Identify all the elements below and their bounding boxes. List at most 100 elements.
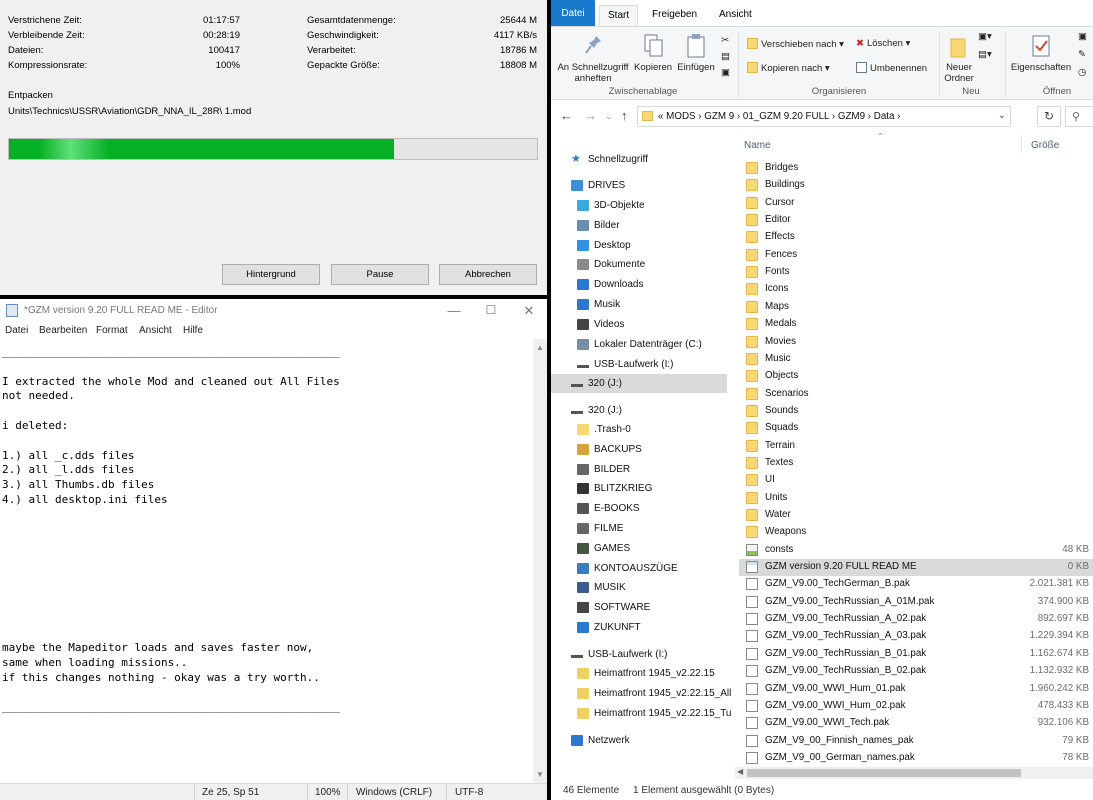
folder-row[interactable]: Cursor bbox=[739, 195, 1093, 212]
folder-row[interactable]: UI bbox=[739, 472, 1093, 489]
folder-row[interactable]: Movies bbox=[739, 334, 1093, 351]
nav-item[interactable]: USB-Laufwerk (I:) bbox=[577, 355, 673, 374]
easy-access-icon[interactable]: ▤▾ bbox=[978, 49, 992, 60]
file-row[interactable]: GZM_V9_00_German_names.pak 78 KB bbox=[739, 750, 1093, 767]
nav-item[interactable]: Heimatfront 1945_v2.22.15_All_ bbox=[577, 684, 731, 703]
menu-bearbeiten[interactable]: Bearbeiten bbox=[39, 325, 87, 336]
search-box[interactable]: ⚲ bbox=[1065, 106, 1093, 127]
minimize-icon[interactable]: — bbox=[444, 303, 464, 318]
folder-row[interactable]: Terrain bbox=[739, 438, 1093, 455]
open-icon[interactable]: ▣ bbox=[1078, 31, 1087, 42]
delete-button[interactable]: ✖ Löschen ▾ bbox=[856, 38, 910, 49]
breadcrumb[interactable]: « MODS › GZM 9 › 01_GZM 9.20 FULL › GZM9… bbox=[658, 111, 900, 122]
nav-item[interactable]: Bilder bbox=[577, 216, 620, 235]
nav-item[interactable]: Desktop bbox=[577, 236, 631, 255]
file-row[interactable]: GZM_V9.00_WWI_Hum_01.pak 1.960.242 KB bbox=[739, 681, 1093, 698]
nav-item[interactable]: SOFTWARE bbox=[577, 598, 650, 617]
file-row[interactable]: GZM_V9.00_TechGerman_B.pak 2.021.381 KB bbox=[739, 576, 1093, 593]
nav-item[interactable]: 320 (J:) bbox=[551, 374, 727, 393]
history-icon[interactable]: ◷ bbox=[1078, 67, 1086, 78]
notepad-vertical-scrollbar[interactable]: ▲ ▼ bbox=[533, 339, 547, 783]
nav-item[interactable]: Videos bbox=[577, 315, 624, 334]
tab-freigeben[interactable]: Freigeben bbox=[644, 5, 705, 26]
recent-locations-icon[interactable]: ⌄ bbox=[605, 111, 613, 122]
nav-item[interactable]: ★ Schnellzugriff bbox=[571, 150, 648, 169]
forward-icon[interactable]: → bbox=[584, 108, 597, 123]
folder-row[interactable]: Editor bbox=[739, 212, 1093, 229]
nav-item[interactable]: E-BOOKS bbox=[577, 499, 640, 518]
scroll-up-icon[interactable]: ▲ bbox=[536, 343, 544, 352]
folder-row[interactable]: Medals bbox=[739, 316, 1093, 333]
nav-item[interactable]: BACKUPS bbox=[577, 440, 642, 459]
tab-ansicht[interactable]: Ansicht bbox=[711, 5, 760, 26]
folder-row[interactable]: Textes bbox=[739, 455, 1093, 472]
folder-row[interactable]: Water bbox=[739, 507, 1093, 524]
file-row[interactable]: GZM_V9.00_TechRussian_B_02.pak 1.132.932 … bbox=[739, 663, 1093, 680]
nav-item[interactable]: USB-Laufwerk (I:) bbox=[571, 645, 667, 664]
edit-icon[interactable]: ✎ bbox=[1078, 49, 1086, 60]
cancel-button[interactable]: Abbrechen bbox=[439, 264, 537, 285]
folder-row[interactable]: Effects bbox=[739, 229, 1093, 246]
folder-row[interactable]: Squads bbox=[739, 420, 1093, 437]
file-row[interactable]: GZM_V9.00_WWI_Tech.pak 932.106 KB bbox=[739, 715, 1093, 732]
nav-item[interactable]: Heimatfront 1945_v2.22.15_Tut bbox=[577, 704, 731, 723]
nav-item[interactable]: FILME bbox=[577, 519, 623, 538]
paste-button[interactable]: Einfügen bbox=[675, 33, 717, 73]
back-icon[interactable]: ← bbox=[560, 108, 573, 123]
nav-item[interactable]: ZUKUNFT bbox=[577, 618, 641, 637]
file-row[interactable]: GZM_V9.00_TechRussian_A_01M.pak 374.900 K… bbox=[739, 594, 1093, 611]
nav-item[interactable]: Heimatfront 1945_v2.22.15 bbox=[577, 664, 715, 683]
nav-item[interactable]: .Trash-0 bbox=[577, 420, 631, 439]
new-item-icon[interactable]: ▣▾ bbox=[978, 31, 992, 42]
file-row[interactable]: GZM_V9.00_WWI_Hum_02.pak 478.433 KB bbox=[739, 698, 1093, 715]
copy-button[interactable]: Kopieren bbox=[633, 33, 673, 73]
horizontal-scrollbar[interactable]: ◀ bbox=[735, 767, 1093, 779]
folder-row[interactable]: Sounds bbox=[739, 403, 1093, 420]
folder-row[interactable]: Maps bbox=[739, 299, 1093, 316]
folder-row[interactable]: Weapons bbox=[739, 524, 1093, 541]
folder-row[interactable]: Units bbox=[739, 490, 1093, 507]
nav-item[interactable]: Lokaler Datenträger (C:) bbox=[577, 335, 702, 354]
copy-to-button[interactable]: Kopieren nach ▾ bbox=[747, 62, 830, 74]
file-row[interactable]: GZM_V9.00_TechRussian_A_02.pak 892.697 KB bbox=[739, 611, 1093, 628]
nav-item[interactable]: Musik bbox=[577, 295, 620, 314]
nav-item[interactable]: BILDER bbox=[577, 460, 630, 479]
file-row[interactable]: consts 48 KB bbox=[739, 542, 1093, 559]
chevron-down-icon[interactable]: ⌄ bbox=[998, 110, 1006, 121]
file-row[interactable]: GZM version 9.20 FULL READ ME 0 KB bbox=[739, 559, 1093, 577]
nav-item[interactable]: Dokumente bbox=[577, 255, 645, 274]
folder-row[interactable]: Buildings bbox=[739, 177, 1093, 194]
nav-item[interactable]: Downloads bbox=[577, 275, 643, 294]
folder-row[interactable]: Fences bbox=[739, 247, 1093, 264]
pin-quick-access-button[interactable]: An Schnellzugriff anheften bbox=[555, 33, 631, 84]
menu-format[interactable]: Format bbox=[96, 325, 128, 336]
menu-ansicht[interactable]: Ansicht bbox=[139, 325, 172, 336]
nav-item[interactable]: KONTOAUSZÜGE bbox=[577, 559, 678, 578]
scrollbar-thumb[interactable] bbox=[747, 769, 1021, 777]
file-row[interactable]: GZM_V9.00_TechRussian_B_01.pak 1.162.674 … bbox=[739, 646, 1093, 663]
column-size[interactable]: Größe bbox=[1031, 140, 1059, 151]
file-row[interactable]: GZM_V9_00_Finnish_names_pak 79 KB bbox=[739, 733, 1093, 750]
new-folder-button[interactable]: Neuer Ordner bbox=[941, 33, 977, 84]
move-to-button[interactable]: Verschieben nach ▾ bbox=[747, 38, 844, 50]
menu-hilfe[interactable]: Hilfe bbox=[183, 325, 203, 336]
nav-item[interactable]: Netzwerk bbox=[571, 731, 630, 750]
tab-datei[interactable]: Datei bbox=[551, 0, 595, 26]
pause-button[interactable]: Pause bbox=[331, 264, 429, 285]
nav-item[interactable]: DRIVES bbox=[571, 176, 625, 195]
copy-path-icon[interactable]: ▤ bbox=[721, 51, 730, 62]
nav-item[interactable]: GAMES bbox=[577, 539, 630, 558]
maximize-icon[interactable]: ☐ bbox=[481, 303, 501, 317]
menu-datei[interactable]: Datei bbox=[5, 325, 28, 336]
nav-item[interactable]: MUSIK bbox=[577, 578, 626, 597]
address-bar[interactable]: « MODS › GZM 9 › 01_GZM 9.20 FULL › GZM9… bbox=[637, 106, 1011, 127]
nav-item[interactable]: BLITZKRIEG bbox=[577, 479, 652, 498]
rename-button[interactable]: Umbenennen bbox=[856, 62, 927, 74]
close-icon[interactable]: ✕ bbox=[519, 303, 539, 319]
scroll-left-icon[interactable]: ◀ bbox=[737, 767, 743, 776]
cut-icon[interactable]: ✂ bbox=[721, 35, 729, 46]
folder-row[interactable]: Fonts bbox=[739, 264, 1093, 281]
folder-row[interactable]: Icons bbox=[739, 281, 1093, 298]
folder-row[interactable]: Objects bbox=[739, 368, 1093, 385]
folder-row[interactable]: Bridges bbox=[739, 160, 1093, 177]
